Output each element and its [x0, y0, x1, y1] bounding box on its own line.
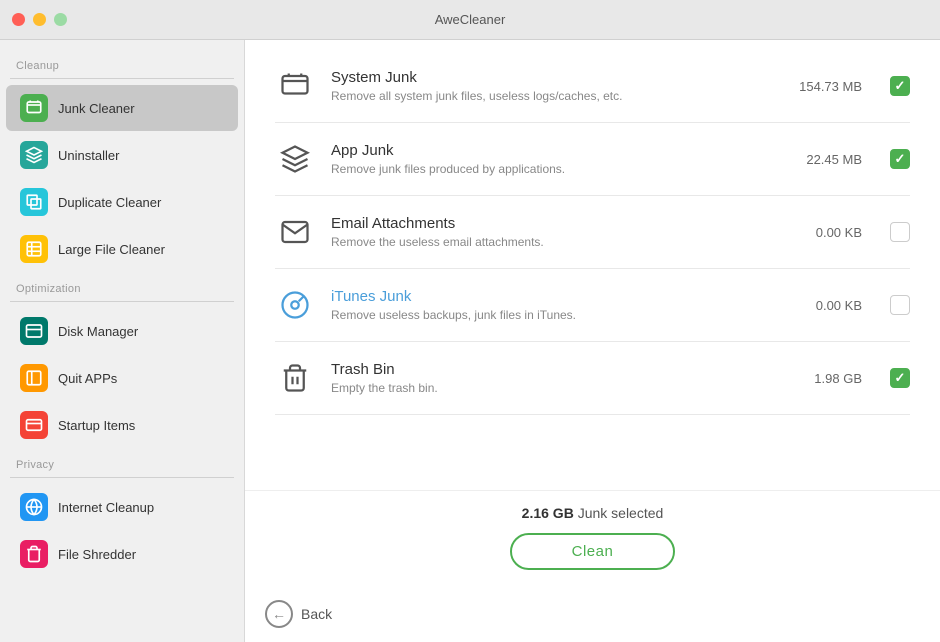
trash-bin-size: 1.98 GB	[792, 371, 862, 386]
itunes-junk-name: iTunes Junk	[331, 288, 776, 305]
junk-item-email-attachments: Email Attachments Remove the useless emai…	[275, 196, 910, 269]
sidebar-item-file-shredder[interactable]: File Shredder	[6, 531, 238, 577]
email-attachments-checkbox[interactable]	[890, 222, 910, 242]
sidebar-item-uninstaller[interactable]: Uninstaller	[6, 132, 238, 178]
itunes-junk-size: 0.00 KB	[792, 298, 862, 313]
junk-selected-size: 2.16 GB	[522, 505, 574, 521]
sidebar-item-label-junk-cleaner: Junk Cleaner	[58, 101, 135, 116]
trash-bin-desc: Empty the trash bin.	[331, 381, 776, 395]
sidebar-item-label-uninstaller: Uninstaller	[58, 148, 119, 163]
trash-bin-checkbox[interactable]	[890, 368, 910, 388]
junk-selected-label: Junk selected	[578, 505, 664, 521]
sidebar-item-disk-manager[interactable]: Disk Manager	[6, 308, 238, 354]
junk-item-itunes-junk: iTunes Junk Remove useless backups, junk …	[275, 269, 910, 342]
sidebar-section-optimization: Optimization	[0, 273, 244, 299]
itunes-junk-checkbox[interactable]	[890, 295, 910, 315]
app-junk-checkbox[interactable]	[890, 149, 910, 169]
sidebar-divider	[10, 78, 234, 79]
junk-selected-summary: 2.16 GB Junk selected	[522, 505, 664, 521]
quit-apps-icon	[20, 364, 48, 392]
window-controls	[12, 13, 67, 26]
email-attachments-info: Email Attachments Remove the useless emai…	[331, 215, 776, 249]
itunes-junk-icon	[275, 285, 315, 325]
back-section[interactable]: ← Back	[245, 590, 940, 642]
system-junk-name: System Junk	[331, 69, 776, 86]
uninstaller-icon	[20, 141, 48, 169]
trash-bin-info: Trash Bin Empty the trash bin.	[331, 361, 776, 395]
system-junk-checkbox[interactable]	[890, 76, 910, 96]
maximize-button[interactable]	[54, 13, 67, 26]
trash-bin-icon	[275, 358, 315, 398]
sidebar-item-label-large-file-cleaner: Large File Cleaner	[58, 242, 165, 257]
sidebar-item-label-file-shredder: File Shredder	[58, 547, 136, 562]
system-junk-size: 154.73 MB	[792, 79, 862, 94]
main-layout: Cleanup Junk Cleaner Uninstaller Duplicate …	[0, 40, 940, 642]
sidebar-item-label-internet-cleanup: Internet Cleanup	[58, 500, 154, 515]
sidebar-item-internet-cleanup[interactable]: Internet Cleanup	[6, 484, 238, 530]
sidebar-item-large-file-cleaner[interactable]: Large File Cleaner	[6, 226, 238, 272]
sidebar-divider	[10, 477, 234, 478]
sidebar-section-privacy: Privacy	[0, 449, 244, 475]
sidebar-item-quit-apps[interactable]: Quit APPs	[6, 355, 238, 401]
sidebar-item-label-duplicate-cleaner: Duplicate Cleaner	[58, 195, 161, 210]
close-button[interactable]	[12, 13, 25, 26]
system-junk-icon	[275, 66, 315, 106]
content-footer: 2.16 GB Junk selected Clean	[245, 490, 940, 590]
sidebar-item-label-quit-apps: Quit APPs	[58, 371, 117, 386]
email-attachments-desc: Remove the useless email attachments.	[331, 235, 776, 249]
file-shredder-icon	[20, 540, 48, 568]
itunes-junk-info: iTunes Junk Remove useless backups, junk …	[331, 288, 776, 322]
titlebar: AweCleaner	[0, 0, 940, 40]
app-junk-size: 22.45 MB	[792, 152, 862, 167]
app-junk-desc: Remove junk files produced by applicatio…	[331, 162, 776, 176]
junk-list: System Junk Remove all system junk files,…	[245, 40, 940, 490]
duplicate-cleaner-icon	[20, 188, 48, 216]
app-title: AweCleaner	[435, 12, 506, 27]
system-junk-desc: Remove all system junk files, useless lo…	[331, 89, 776, 103]
junk-item-app-junk: App Junk Remove junk files produced by ap…	[275, 123, 910, 196]
back-circle-icon: ←	[265, 600, 293, 628]
email-attachments-name: Email Attachments	[331, 215, 776, 232]
sidebar-item-junk-cleaner[interactable]: Junk Cleaner	[6, 85, 238, 131]
junk-item-trash-bin: Trash Bin Empty the trash bin. 1.98 GB	[275, 342, 910, 415]
sidebar-item-label-startup-items: Startup Items	[58, 418, 135, 433]
startup-items-icon	[20, 411, 48, 439]
junk-item-system-junk: System Junk Remove all system junk files,…	[275, 50, 910, 123]
large-file-cleaner-icon	[20, 235, 48, 263]
disk-manager-icon	[20, 317, 48, 345]
clean-button[interactable]: Clean	[510, 533, 676, 570]
app-junk-info: App Junk Remove junk files produced by ap…	[331, 142, 776, 176]
minimize-button[interactable]	[33, 13, 46, 26]
sidebar-item-startup-items[interactable]: Startup Items	[6, 402, 238, 448]
back-label: Back	[301, 606, 332, 622]
sidebar: Cleanup Junk Cleaner Uninstaller Duplicate …	[0, 40, 245, 642]
trash-bin-name: Trash Bin	[331, 361, 776, 378]
app-junk-name: App Junk	[331, 142, 776, 159]
internet-cleanup-icon	[20, 493, 48, 521]
sidebar-section-cleanup: Cleanup	[0, 50, 244, 76]
email-attachments-icon	[275, 212, 315, 252]
system-junk-info: System Junk Remove all system junk files,…	[331, 69, 776, 103]
content-panel: System Junk Remove all system junk files,…	[245, 40, 940, 642]
itunes-junk-desc: Remove useless backups, junk files in iT…	[331, 308, 776, 322]
sidebar-divider	[10, 301, 234, 302]
email-attachments-size: 0.00 KB	[792, 225, 862, 240]
junk-cleaner-icon	[20, 94, 48, 122]
app-junk-icon	[275, 139, 315, 179]
sidebar-item-duplicate-cleaner[interactable]: Duplicate Cleaner	[6, 179, 238, 225]
sidebar-item-label-disk-manager: Disk Manager	[58, 324, 138, 339]
